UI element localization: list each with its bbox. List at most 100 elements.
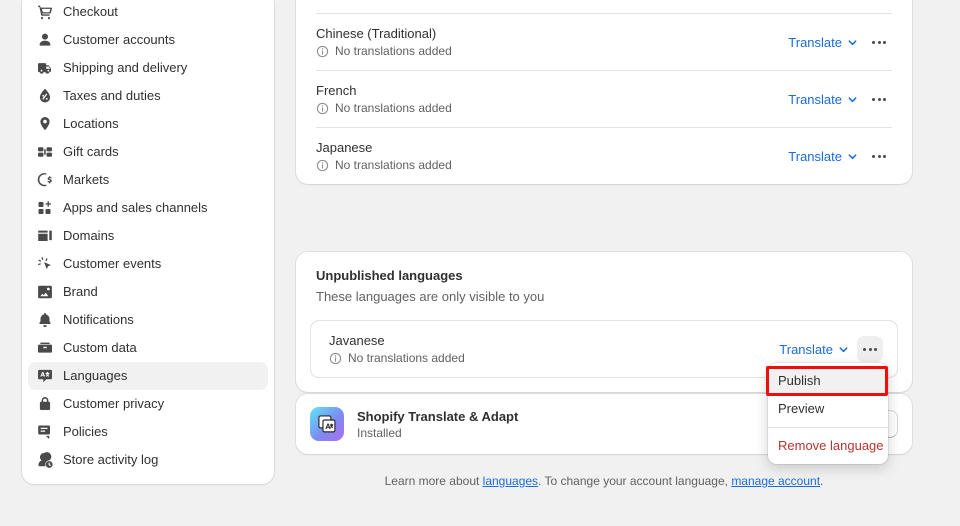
sidebar-item-store-activity-log[interactable]: Store activity log [28,446,268,474]
sidebar-item-label: Languages [63,368,128,383]
language-actions: Translate [788,86,892,112]
app-name: Shopify Translate & Adapt [357,408,519,424]
dot [863,347,866,351]
footer-help-text: Learn more about languages. To change yo… [296,474,912,488]
info-icon [316,45,329,58]
sidebar-item-customer-privacy[interactable]: Customer privacy [28,390,268,418]
dot [883,154,886,158]
info-icon [316,159,329,172]
database-icon [36,340,53,357]
sidebar-item-notifications[interactable]: Notifications [28,306,268,334]
policies-icon [36,424,53,441]
language-name: Japanese [316,140,373,155]
sidebar-item-custom-data[interactable]: Custom data [28,334,268,362]
brand-image-icon [36,284,53,301]
sidebar-item-label: Customer accounts [63,32,175,47]
translation-status: No translations added [329,351,465,365]
sidebar-item-apps-and-sales-channels[interactable]: Apps and sales channels [28,194,268,222]
translate-adapt-app-icon [310,407,344,441]
published-languages-card: English Default Localize Chinese (Tradit… [296,0,912,184]
sidebar-item-label: Customer privacy [63,396,165,411]
dot [872,40,875,44]
card-subtitle: These languages are only visible to you [316,289,545,304]
sidebar-item-label: Locations [63,116,119,131]
person-icon [36,32,53,49]
menu-item-remove-language[interactable]: Remove language [768,432,888,460]
sidebar-item-gift-cards[interactable]: Gift cards [28,138,268,166]
sidebar-item-label: Domains [63,228,115,243]
dot [877,97,881,101]
dot [877,40,881,44]
row-more-options-button[interactable] [857,336,883,362]
sidebar-item-policies[interactable]: Policies [28,418,268,446]
row-more-options-button[interactable] [866,86,892,112]
info-icon [316,102,329,115]
translate-label: Translate [788,148,842,164]
sidebar-item-checkout[interactable]: Checkout [28,0,268,26]
translation-status-label: No translations added [335,158,452,172]
language-info: Chinese (Traditional) No translations ad… [316,26,452,58]
dot [872,154,875,158]
language-row-english: English Default Localize [316,0,892,13]
translate-action-link[interactable]: Translate [779,342,849,357]
translate-label: Translate [779,341,833,357]
translate-action-link[interactable]: Translate [788,35,858,50]
language-options-dropdown-menu: Publish Preview Remove language [768,363,888,464]
language-name: French [316,83,357,98]
translate-action-link[interactable]: Translate [788,149,858,164]
tax-icon [36,88,53,105]
app-text-block: Shopify Translate & Adapt Installed [357,409,518,440]
sidebar-item-customer-events[interactable]: Customer events [28,250,268,278]
sidebar-item-label: Brand [63,284,98,299]
chevron-down-icon [848,153,857,159]
settings-sidebar: Checkout Customer accounts Shipping and … [22,0,274,484]
menu-item-publish[interactable]: Publish [768,367,888,395]
app-install-status: Installed [357,425,402,440]
translation-status: No translations added [316,158,452,172]
sidebar-item-domains[interactable]: Domains [28,222,268,250]
language-name: Chinese (Traditional) [316,26,437,41]
translation-status-label: No translations added [348,351,465,365]
sidebar-item-languages[interactable]: Languages [28,362,268,390]
sidebar-item-shipping-and-delivery[interactable]: Shipping and delivery [28,54,268,82]
language-actions: Translate [788,29,892,55]
globe-dollar-icon [36,172,53,189]
menu-item-preview[interactable]: Preview [768,395,888,423]
translation-status: No translations added [316,101,452,115]
language-name: Javanese [329,333,385,348]
sidebar-item-label: Checkout [63,4,118,19]
sidebar-item-taxes-and-duties[interactable]: Taxes and duties [28,82,268,110]
translation-status-label: No translations added [335,101,452,115]
dot [877,154,881,158]
sidebar-item-label: Apps and sales channels [63,200,208,215]
translate-action-link[interactable]: Translate [788,92,858,107]
sidebar-item-label: Store activity log [63,452,159,467]
language-actions: Translate [788,143,892,169]
language-row-french: French No translations added Translate [316,70,892,127]
location-pin-icon [36,116,53,133]
card-title: Unpublished languages [316,268,463,283]
languages-help-link[interactable]: languages [483,474,538,488]
row-more-options-button[interactable] [866,29,892,55]
apps-grid-icon [36,200,53,217]
gift-card-icon [36,144,53,161]
language-row-chinese-traditional: Chinese (Traditional) No translations ad… [316,13,892,70]
chevron-down-icon [848,39,857,45]
sidebar-item-customer-accounts[interactable]: Customer accounts [28,26,268,54]
cart-icon [36,4,53,21]
translate-label: Translate [788,91,842,107]
sidebar-item-brand[interactable]: Brand [28,278,268,306]
manage-account-link[interactable]: manage account [731,474,820,488]
chevron-down-icon [839,346,848,352]
chevron-down-icon [848,96,857,102]
row-more-options-button[interactable] [866,143,892,169]
translation-status-label: No translations added [335,44,452,58]
sidebar-item-markets[interactable]: Markets [28,166,268,194]
sidebar-item-locations[interactable]: Locations [28,110,268,138]
languages-icon [36,368,53,385]
sidebar-item-label: Customer events [63,256,162,271]
dot [883,97,886,101]
dot [872,97,875,101]
footer-text-after: . [820,474,824,488]
sidebar-item-label: Taxes and duties [63,88,161,103]
